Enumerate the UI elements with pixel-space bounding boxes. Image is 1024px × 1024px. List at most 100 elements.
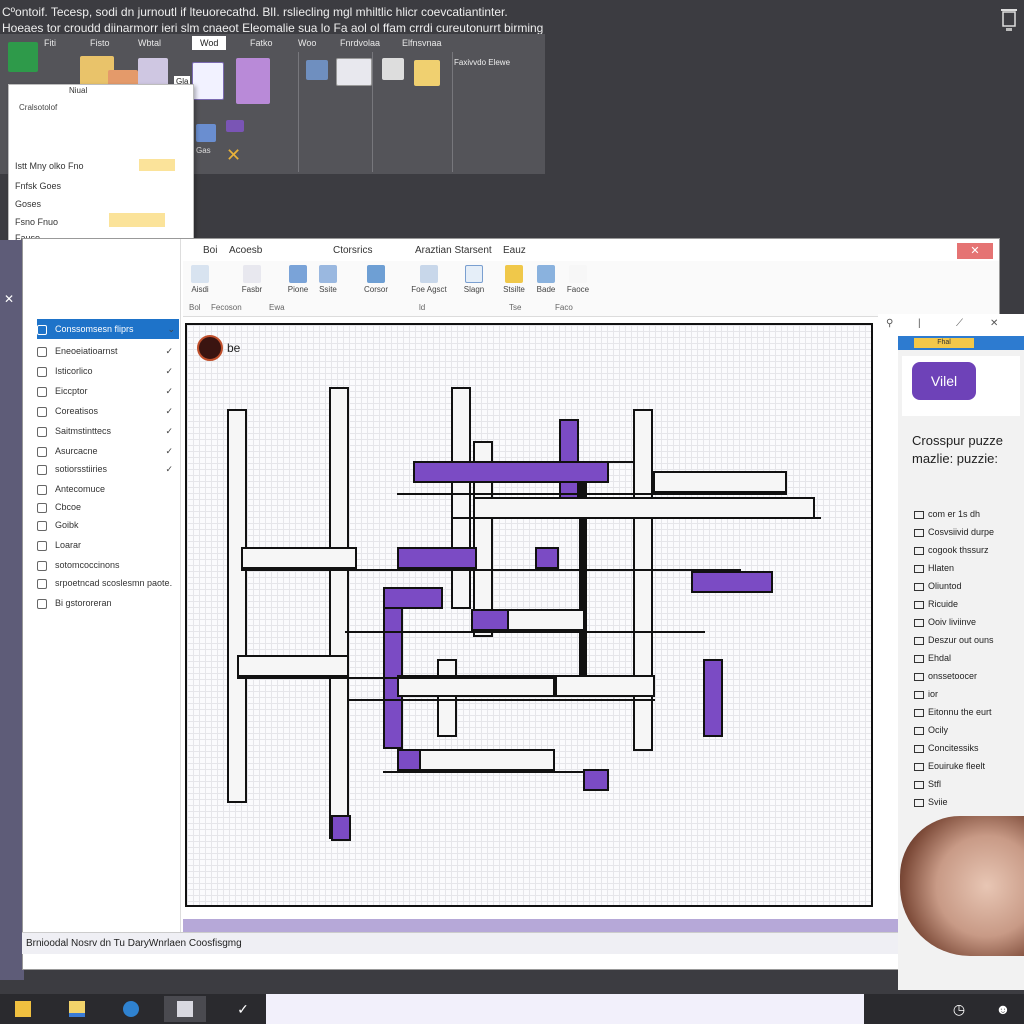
crossword-row-filled[interactable] [397,547,477,569]
taskbar-search-field[interactable] [266,994,864,1024]
ribbon-button[interactable]: Fasbr [237,265,267,294]
close-icon[interactable]: ✕ [226,146,244,164]
menu-tab-extra[interactable]: Eauz [503,245,526,256]
zoom-icon[interactable]: ⚲ [886,318,893,329]
sidebar-item[interactable]: Loarar [37,535,177,555]
close-button[interactable]: ✕ [957,243,993,259]
floating-panel-row[interactable]: Goses [15,195,187,213]
crossword-row[interactable] [473,497,815,519]
sidebar-item[interactable]: Saitmstinttecs ✓ [37,421,177,441]
gear-icon[interactable] [306,60,328,80]
bg-tab-active[interactable]: Wod [192,36,227,50]
bg-tab-8[interactable]: Elfnsvnaa [402,38,442,48]
image-icon[interactable] [196,124,216,142]
ribbon-button[interactable]: Bade [531,265,561,294]
taskbar-people-button[interactable]: ☻ [982,996,1024,1022]
sidebar-item[interactable]: Eiccptor ✓ [37,381,177,401]
panel-list-item[interactable]: com er 1s dh [914,506,1024,522]
crossword-cell-filled[interactable] [535,547,559,569]
ribbon-button[interactable]: Pione [283,265,313,294]
crossword-column[interactable] [451,387,471,609]
bg-tab-6[interactable]: Woo [298,38,316,48]
image-icon[interactable] [336,58,372,86]
ribbon-button[interactable]: Stsilte [499,265,529,294]
ribbon-button[interactable]: Faoce [561,265,595,294]
crossword-row[interactable] [419,749,555,771]
crossword-row[interactable] [241,547,357,569]
sidebar-item[interactable]: srpoetncad scoslesmn paote. [37,573,177,593]
crossword-cell-filled[interactable] [583,769,609,791]
sidebar-item[interactable]: Asurcacne ✓ [37,441,177,461]
trash-icon[interactable] [1000,6,1018,34]
crossword-row-filled[interactable] [471,609,509,631]
crossword-row[interactable] [653,471,787,493]
sidebar-item[interactable]: sotiorsstiiries ✓ [37,459,177,479]
ribbon-button[interactable]: Aisdi [185,265,215,294]
panel-list-item[interactable]: Sviie [914,794,1024,810]
menu-tab-arrange[interactable]: Araztian Starsent [415,245,492,256]
crossword-canvas[interactable]: be [185,323,873,907]
panel-list-item[interactable]: Eitonnu the eurt [914,704,1024,720]
taskbar-browser-button[interactable] [110,996,152,1022]
panel-list-item[interactable]: ior [914,686,1024,702]
crossword-cell-filled[interactable] [331,815,351,841]
crossword-column[interactable] [227,409,247,803]
panel-list-item[interactable]: Concitessiks [914,740,1024,756]
crossword-row-filled[interactable] [691,571,773,593]
sidebar-item[interactable]: Isticorlico ✓ [37,361,177,381]
crossword-column[interactable] [329,387,349,839]
ribbon-button[interactable]: Slagn [459,265,489,294]
panel-list-item[interactable]: Hlaten [914,560,1024,576]
ribbon-button[interactable]: Foe Agsct [405,265,453,294]
panel-list-item[interactable]: Ooiv liviinve [914,614,1024,630]
panel-list-item[interactable]: onssetoocer [914,668,1024,684]
pin-icon[interactable]: ⟋ [956,318,963,329]
crossword-cell-filled[interactable] [703,659,723,737]
menu-tab-access[interactable]: Acoesb [229,245,262,256]
sidebar-item[interactable]: Cbcoe [37,497,177,517]
sidebar-item[interactable]: Bi gstororeran [37,593,177,613]
panel-list-item[interactable]: Eouiruke fleelt [914,758,1024,774]
horizontal-scrollbar[interactable] [183,919,899,933]
close-icon[interactable]: ✕ [4,292,14,306]
taskbar-files-button[interactable] [2,996,44,1022]
paint-icon[interactable] [414,60,440,86]
panel-list-item[interactable]: Stfl [914,776,1024,792]
bg-tab-5[interactable]: Fatko [250,38,273,48]
sidebar-item[interactable]: Coreatisos ✓ [37,401,177,421]
menu-tab-crossword[interactable]: Ctorsrics [333,245,372,256]
crossword-row[interactable] [237,655,349,677]
sidebar-item-selected[interactable]: Conssomsesn fliprs ⌄ [37,319,179,339]
panel-list-item[interactable]: Cosvsiivid durpe [914,524,1024,540]
bg-tab-2[interactable]: Fisto [90,38,110,48]
crossword-column[interactable] [437,659,457,737]
crossword-cell-filled[interactable] [383,589,403,749]
panel-list-item[interactable]: Ocily [914,722,1024,738]
taskbar-app-button[interactable] [164,996,206,1022]
panel-list-item[interactable]: Ricuide [914,596,1024,612]
crossword-row[interactable] [555,675,655,697]
bg-tab-3[interactable]: Wbtal [138,38,161,48]
folder-icon[interactable] [226,120,244,132]
crossword-row[interactable] [507,609,585,631]
crossword-row-filled[interactable] [383,587,443,609]
sidebar-item[interactable]: sotomcoccinons [37,555,177,575]
sidebar-item[interactable]: Antecomuce [37,479,177,499]
ribbon-button[interactable]: Corsor [361,265,391,294]
bg-tab-7[interactable]: Fnrdvolaa [340,38,380,48]
document-icon[interactable] [192,62,224,100]
settings-icon[interactable] [382,58,404,80]
panel-list-item[interactable]: Ehdal [914,650,1024,666]
taskbar-explorer-button[interactable] [56,996,98,1022]
ribbon-button[interactable]: Ssite [313,265,343,294]
menu-tab-file[interactable]: Boi [203,245,217,256]
floating-panel-row[interactable]: Fnfsk Goes [15,177,187,195]
crossword-cell-filled[interactable] [397,749,421,771]
panel-list-item[interactable]: Oliuntod [914,578,1024,594]
panel-list-item[interactable]: cogook thssurz [914,542,1024,558]
bg-tab-1[interactable]: Fiti [44,38,56,48]
taskbar-clock-button[interactable]: ◷ [938,996,980,1022]
crossword-row-filled[interactable] [413,461,609,483]
sidebar-item[interactable]: Eneoeiatioarnst ✓ [37,341,177,361]
sidebar-item[interactable]: Goibk [37,515,177,535]
